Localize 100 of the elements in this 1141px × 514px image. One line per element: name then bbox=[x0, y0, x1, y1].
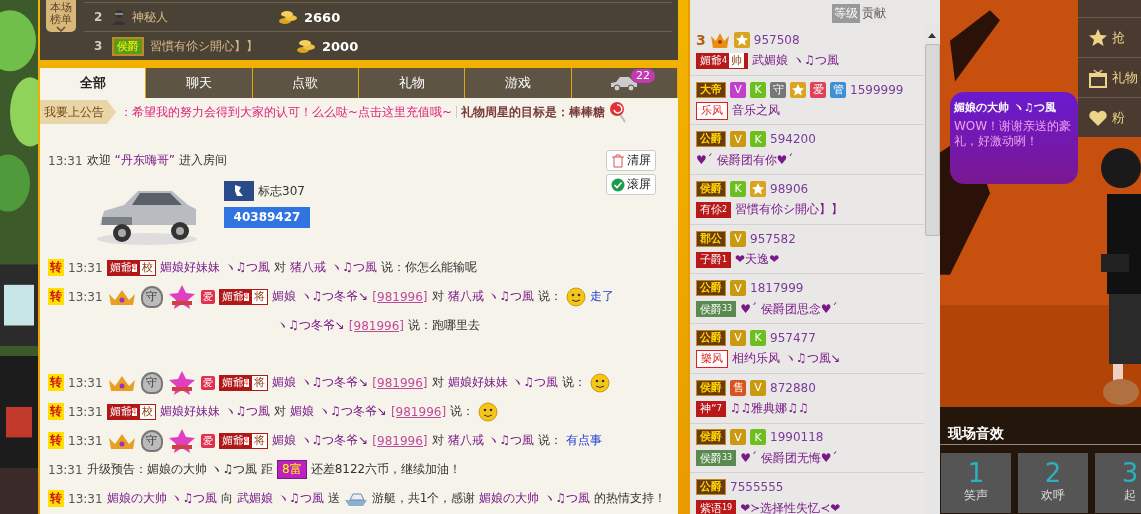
user-name[interactable]: 媚娘の大帅 ヽ♫つ風 bbox=[106, 490, 218, 507]
rank-number: 3 bbox=[696, 31, 706, 48]
smiley-icon bbox=[478, 401, 499, 422]
leaderboard-toggle[interactable]: 本场榜单 bbox=[46, 0, 76, 32]
timestamp: 13:31 bbox=[68, 260, 103, 275]
user-name[interactable]: 武媚娘 ヽ♫つ風 bbox=[752, 52, 839, 70]
message-text: 说： bbox=[450, 403, 475, 420]
noble-badge: 公爵 bbox=[696, 131, 726, 148]
user-name[interactable]: ♥ˊ 侯爵团有你♥ˊ bbox=[696, 151, 794, 169]
user-name[interactable]: ♫♫雅典娜♫♫ bbox=[729, 400, 809, 418]
user-id-link[interactable]: [981996] bbox=[372, 289, 428, 304]
message-text: 对 bbox=[431, 374, 444, 391]
sound-effect-button[interactable]: 1 笑声 bbox=[941, 452, 1011, 513]
side-menu-item[interactable]: 礼物 bbox=[1078, 57, 1141, 97]
lollipop-icon bbox=[609, 101, 628, 123]
smiley-icon bbox=[566, 286, 587, 307]
count-badge: 22 bbox=[630, 69, 655, 83]
message-text: 还差8122六币，继续加油！ bbox=[310, 461, 462, 478]
tab[interactable]: 游戏 bbox=[465, 68, 572, 98]
title-badge: 樂风 bbox=[696, 349, 728, 368]
user-name[interactable]: 猪八戒 ヽ♫つ風 bbox=[447, 288, 535, 305]
user-name[interactable]: 媚娘好妹妹 ヽ♫つ風 bbox=[159, 259, 271, 276]
tab[interactable]: 22 bbox=[571, 68, 678, 98]
message-text: 对 bbox=[431, 432, 444, 449]
user-name[interactable]: 猪八戒 ヽ♫つ風 bbox=[447, 432, 535, 449]
user-id-link[interactable]: [981996] bbox=[390, 404, 447, 419]
user-id-link[interactable]: [981996] bbox=[372, 375, 428, 390]
scrollbar[interactable] bbox=[924, 23, 940, 514]
forward-tag[interactable]: 转 bbox=[48, 374, 64, 391]
user-name[interactable]: 媚娘 ヽ♫つ冬爷↘ bbox=[271, 288, 369, 305]
forward-tag[interactable]: 转 bbox=[48, 288, 64, 305]
clear-screen-button[interactable]: 清屏 bbox=[606, 150, 656, 171]
privilege-badge: 守 bbox=[770, 81, 786, 98]
side-menu-item[interactable]: 抢 bbox=[1078, 17, 1141, 57]
user-name[interactable]: 習慣有伱シ開心】】 bbox=[735, 201, 844, 219]
user-name[interactable]: ♥ˊ 侯爵团无悔♥ˊ bbox=[740, 449, 838, 467]
noble-badge: 侯爵 bbox=[112, 36, 144, 56]
coins-icon bbox=[278, 9, 298, 25]
user-name[interactable]: 媚娘 ヽ♫つ冬爷↘ bbox=[290, 403, 387, 420]
user-name[interactable]: ❤≻选择性失忆≺❤ bbox=[740, 499, 841, 514]
forward-tag[interactable]: 转 bbox=[48, 403, 64, 420]
sound-effect-button[interactable]: 3 起 bbox=[1095, 452, 1141, 513]
user-name[interactable]: 媚娘好妹妹 ヽ♫つ風 bbox=[447, 374, 559, 391]
privilege-badge: V bbox=[730, 131, 746, 148]
bubble-message: WOW！谢谢亲送的豪礼，好激动咧！ bbox=[954, 119, 1073, 149]
user-name[interactable]: 武媚娘 ヽ♫つ風 bbox=[237, 490, 324, 507]
announcement-link[interactable]: ：希望我的努力会得到大家的认可！么么哒~点击这里充值哦~ bbox=[120, 103, 453, 121]
user-name[interactable]: ♥ˊ 侯爵团思念♥ˊ bbox=[740, 300, 838, 318]
noble-badge: 郡公 bbox=[696, 230, 726, 247]
message-text: 说： bbox=[562, 374, 587, 391]
user-id-link[interactable]: [981996] bbox=[372, 433, 428, 448]
love-badge: 爱 bbox=[200, 289, 215, 304]
sort-tab[interactable]: 贡献 bbox=[860, 4, 888, 23]
privilege-badge: V bbox=[730, 329, 746, 346]
privilege-badge: V bbox=[730, 230, 746, 247]
post-announcement-button[interactable]: 我要上公告 bbox=[40, 100, 116, 124]
message-text: 送 bbox=[327, 490, 340, 507]
user-id-link[interactable]: [981996] bbox=[348, 318, 404, 333]
message-text: 升级预告：媚娘の大帅 ヽ♫つ風 距 bbox=[86, 461, 273, 478]
love-badge: 爱 bbox=[200, 375, 215, 390]
user-number: 957477 bbox=[770, 330, 816, 345]
tab[interactable]: 礼物 bbox=[359, 68, 466, 98]
love-badge: 爱 bbox=[200, 433, 215, 448]
star-icon bbox=[750, 180, 766, 197]
message-text: 对 bbox=[274, 403, 287, 420]
privilege-badge: K bbox=[750, 329, 766, 346]
user-name[interactable]: 媚娘好妹妹 ヽ♫つ風 bbox=[159, 403, 271, 420]
user-name[interactable]: 猪八戒 ヽ♫つ風 bbox=[290, 259, 377, 276]
auto-scroll-button[interactable]: 滚屏 bbox=[606, 174, 656, 195]
scroll-thumb[interactable] bbox=[924, 44, 940, 236]
forward-tag[interactable]: 转 bbox=[48, 490, 64, 507]
forward-tag[interactable]: 转 bbox=[48, 259, 64, 276]
sound-effect-button[interactable]: 2 欢呼 bbox=[1018, 452, 1088, 513]
message-text: 对 bbox=[274, 259, 287, 276]
user-name[interactable]: 媚娘 ヽ♫つ冬爷↘ bbox=[271, 374, 369, 391]
guard-badge: 守 bbox=[140, 285, 163, 308]
user-name[interactable]: 媚娘 ヽ♫つ冬爷↘ bbox=[271, 432, 369, 449]
tab[interactable]: 全部 bbox=[40, 68, 147, 98]
user-name[interactable]: 音乐之风 bbox=[732, 102, 780, 120]
noble-badge: 大帝 bbox=[696, 81, 726, 98]
user-name[interactable]: ヽ♫つ冬爷↘ bbox=[276, 317, 345, 334]
tab[interactable]: 聊天 bbox=[146, 68, 253, 98]
forward-tag[interactable]: 转 bbox=[48, 432, 64, 449]
message-text: 走了 bbox=[590, 288, 615, 305]
user-name[interactable]: 相约乐风 ヽ♫つ風↘ bbox=[732, 350, 841, 368]
weekly-goal: 礼物周星的目标是：棒棒糖 bbox=[461, 103, 606, 121]
scroll-up-icon bbox=[928, 33, 936, 38]
user-name[interactable]: 媚娘の大帅 ヽ♫つ風 bbox=[479, 490, 590, 507]
user-number: 98906 bbox=[770, 181, 809, 196]
privilege-badge: 管 bbox=[830, 81, 846, 98]
privilege-badge: K bbox=[750, 429, 766, 446]
privilege-badge: V bbox=[730, 429, 746, 446]
privilege-badge: V bbox=[730, 81, 746, 98]
user-name[interactable]: ❤天逸❤ bbox=[735, 251, 780, 269]
rank-number: 2 bbox=[94, 10, 104, 24]
tab[interactable]: 点歌 bbox=[252, 68, 359, 98]
user-name[interactable]: “丹东嗨哥” bbox=[114, 152, 176, 169]
timestamp: 13:31 bbox=[68, 404, 103, 419]
timestamp: 13:31 bbox=[68, 375, 103, 390]
guard-badge: 守 bbox=[140, 371, 163, 394]
